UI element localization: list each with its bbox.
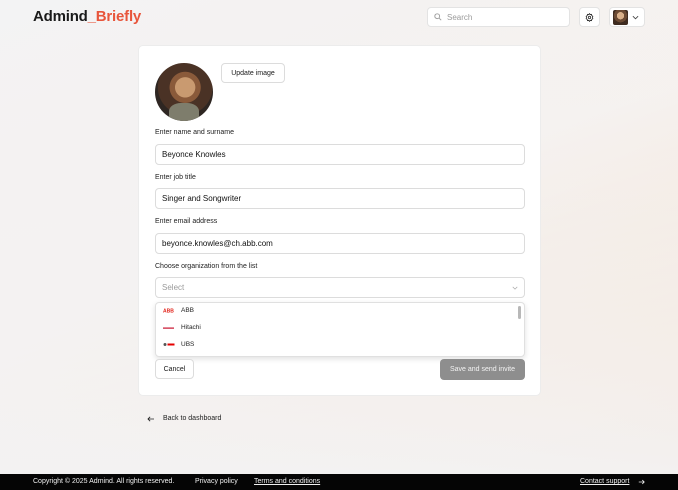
profile-avatar bbox=[155, 63, 213, 121]
avatar bbox=[613, 9, 628, 25]
search-placeholder: Search bbox=[447, 12, 473, 22]
organization-option-abb[interactable]: ABB ABB bbox=[163, 307, 194, 314]
dropdown-scrollbar[interactable] bbox=[518, 306, 521, 319]
search-input[interactable]: Search bbox=[427, 7, 570, 27]
arrow-right-icon bbox=[638, 479, 645, 485]
organization-label: Choose organization from the list bbox=[155, 263, 258, 270]
organization-option-ubs[interactable]: UBS bbox=[163, 341, 194, 348]
privacy-policy-link[interactable]: Privacy policy bbox=[195, 478, 238, 485]
organization-dropdown: ABB ABB Hitachi UBS bbox=[155, 302, 525, 357]
gear-icon bbox=[585, 12, 594, 22]
cancel-button[interactable]: Cancel bbox=[155, 359, 194, 379]
chevron-down-icon bbox=[632, 15, 639, 19]
organization-placeholder: Select bbox=[162, 283, 185, 292]
back-link-label: Back to dashboard bbox=[163, 415, 222, 422]
job-title-field[interactable]: Singer and Songwriter bbox=[155, 188, 525, 209]
logo-main: Admind bbox=[33, 8, 88, 25]
name-field[interactable]: Beyonce Knowles bbox=[155, 144, 525, 165]
option-label: ABB bbox=[181, 307, 195, 314]
user-form-card: Update image Enter name and surname Beyo… bbox=[138, 45, 541, 396]
logo-accent: _Briefly bbox=[87, 8, 142, 25]
hitachi-logo bbox=[163, 325, 175, 331]
email-field[interactable]: beyonce.knowles@ch.abb.com bbox=[155, 233, 525, 254]
svg-text:ABB: ABB bbox=[163, 309, 174, 314]
option-label: Hitachi bbox=[181, 324, 201, 331]
contact-support-link[interactable]: Contact support bbox=[580, 478, 629, 485]
arrow-left-icon bbox=[147, 416, 154, 421]
organization-select[interactable]: Select bbox=[155, 277, 525, 298]
save-and-send-invite-button[interactable]: Save and send invite bbox=[440, 359, 525, 380]
ubs-logo bbox=[163, 342, 175, 348]
app-logo[interactable]: Admind_Briefly bbox=[33, 8, 141, 25]
chevron-down-icon bbox=[512, 286, 518, 290]
email-label: Enter email address bbox=[155, 218, 218, 225]
organization-option-hitachi[interactable]: Hitachi bbox=[163, 324, 201, 331]
footer: Copyright © 2025 Admind. All rights rese… bbox=[0, 474, 678, 490]
user-menu-button[interactable] bbox=[609, 7, 645, 27]
settings-button[interactable] bbox=[579, 7, 600, 27]
search-icon bbox=[434, 13, 442, 21]
abb-logo: ABB bbox=[163, 308, 175, 314]
update-image-button[interactable]: Update image bbox=[221, 63, 285, 83]
copyright-text: Copyright © 2025 Admind. All rights rese… bbox=[33, 478, 175, 485]
option-label: UBS bbox=[181, 341, 195, 348]
terms-link[interactable]: Terms and conditions bbox=[254, 478, 320, 485]
job-title-label: Enter job title bbox=[155, 174, 196, 181]
back-to-dashboard-link[interactable]: Back to dashboard bbox=[147, 415, 221, 422]
name-label: Enter name and surname bbox=[155, 129, 234, 136]
